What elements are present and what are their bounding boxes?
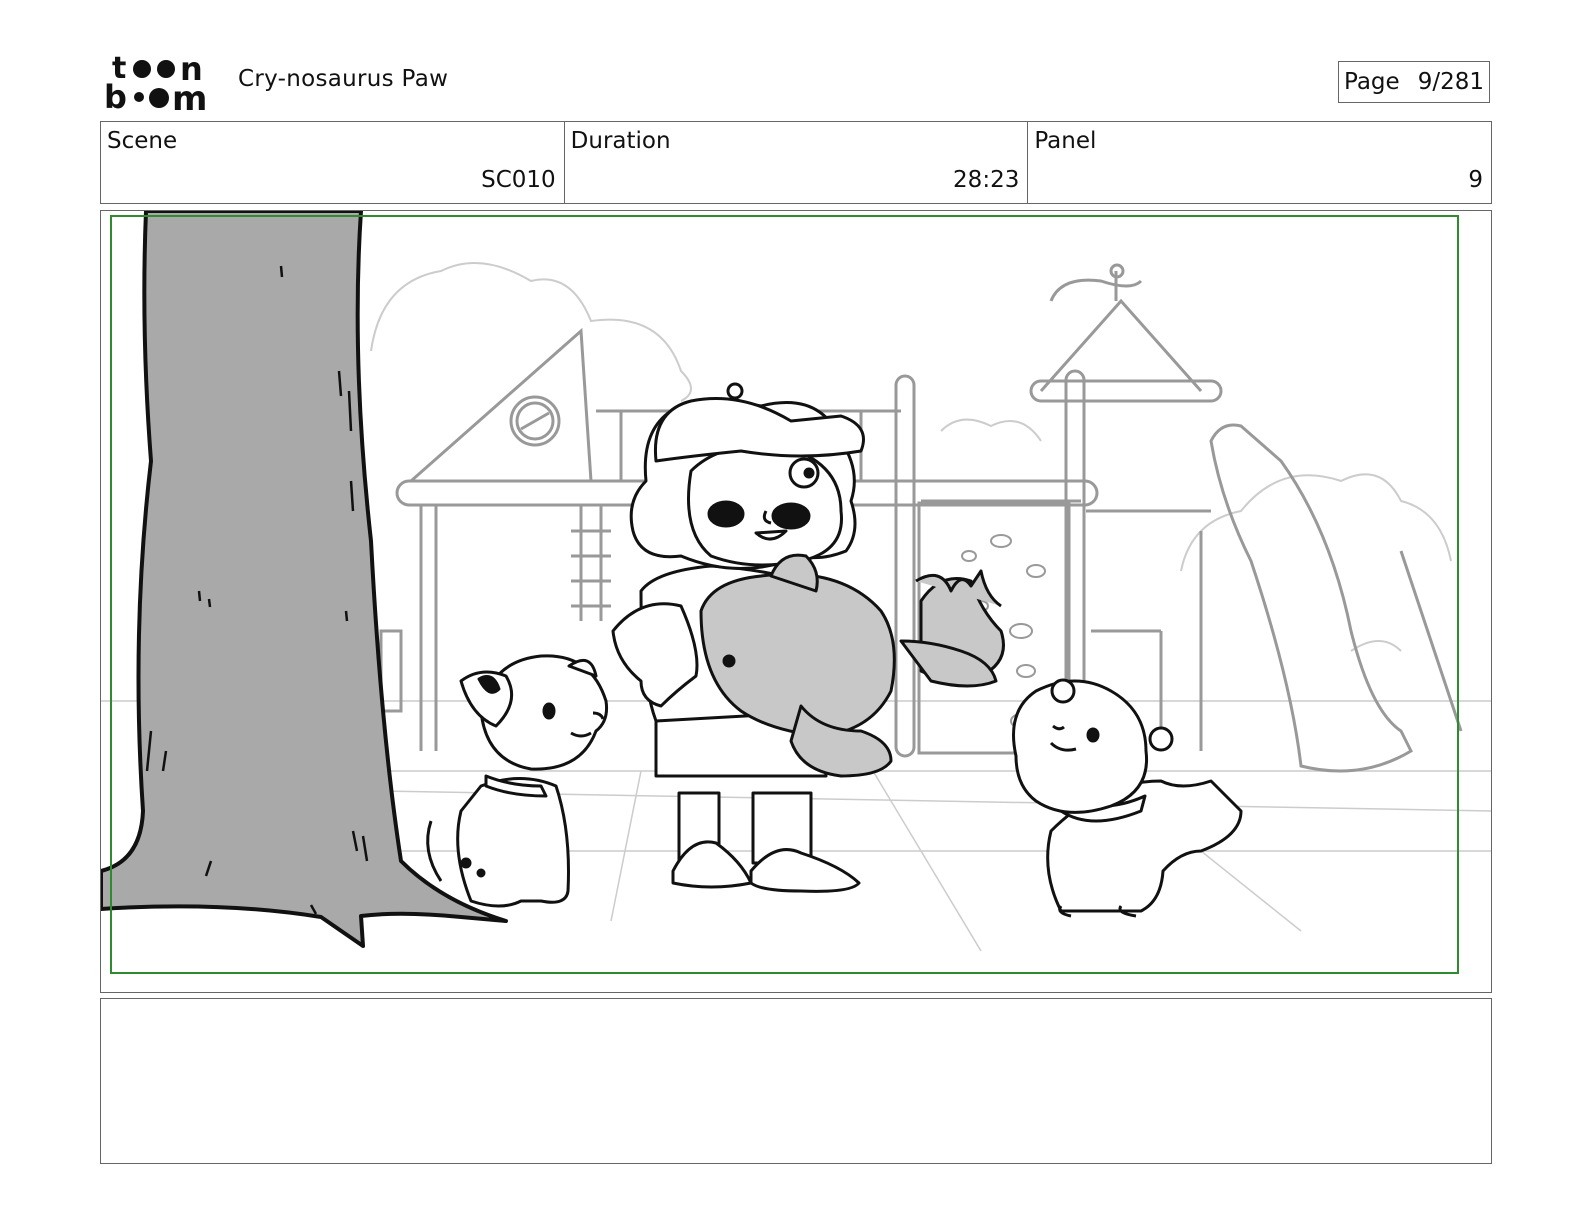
project-title: Cry-nosaurus Paw <box>238 66 449 92</box>
duration-value: 28:23 <box>953 167 1020 193</box>
panel-drawing <box>101 211 1491 974</box>
page-label: Page <box>1344 69 1400 95</box>
panel-cell: Panel 9 <box>1028 122 1491 203</box>
panel-value: 9 <box>1468 167 1484 193</box>
spotted-dog <box>426 654 608 908</box>
tree-trunk <box>101 211 508 948</box>
background-trees <box>370 262 1452 652</box>
svg-text:m: m <box>172 79 207 112</box>
storyboard-panel <box>100 210 1492 993</box>
scene-cell: Scene SC010 <box>101 122 565 203</box>
bulldog <box>1012 678 1243 918</box>
page-number: 9/281 <box>1417 69 1484 95</box>
notes-box <box>100 998 1492 1164</box>
svg-text:b: b <box>104 78 127 112</box>
duration-label: Duration <box>570 128 671 154</box>
info-row: Scene SC010 Duration 28:23 Panel 9 <box>100 121 1492 204</box>
scene-label: Scene <box>107 128 178 154</box>
panel-label: Panel <box>1034 128 1097 154</box>
toon-boom-logo: t n b m <box>104 50 216 119</box>
scene-value: SC010 <box>481 167 556 193</box>
duration-cell: Duration 28:23 <box>565 122 1029 203</box>
page-indicator: Page 9/281 <box>1338 61 1490 103</box>
